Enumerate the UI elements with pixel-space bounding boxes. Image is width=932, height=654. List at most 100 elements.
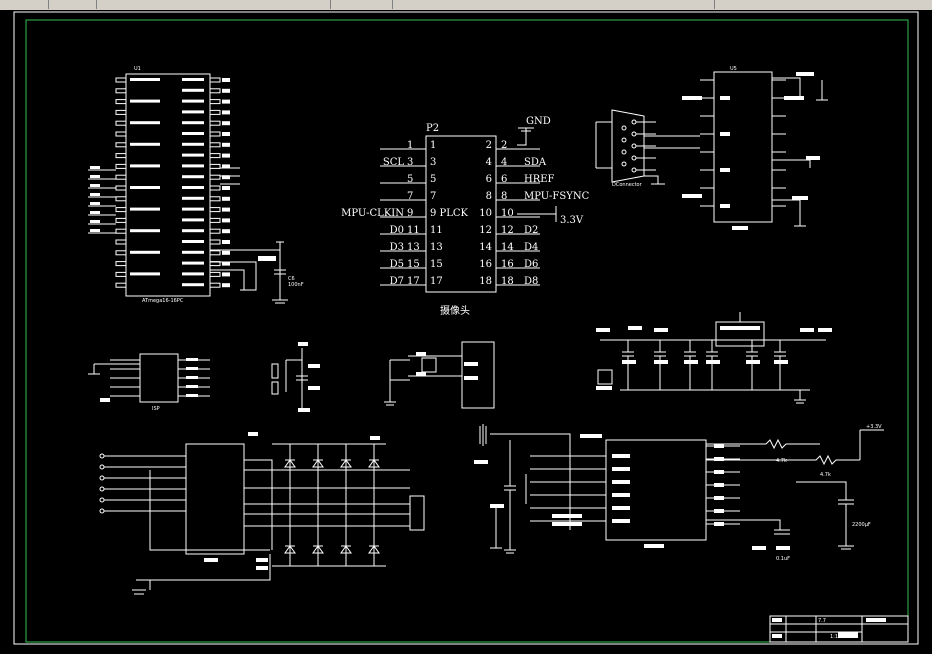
schematic-canvas[interactable]: U1 ATmega16-16PC C6 100nF P2 摄像头 1 1 3 SCL 3…: [0, 10, 932, 654]
camera-inner-right-label: 18: [479, 276, 492, 287]
mcu-right-pin-label: [182, 88, 204, 92]
camera-right-pin-num: 2: [501, 140, 507, 151]
mcu-right-net: [222, 153, 230, 158]
driver-input-terminal: [99, 464, 105, 470]
camera-right-pin-num: 4: [501, 157, 507, 168]
camera-left-pin-num: 5: [407, 174, 413, 185]
driver-input-terminal: [99, 497, 105, 503]
camera-inner-right-label: 6: [486, 174, 492, 185]
camera-right-pin-num: 10: [501, 208, 514, 219]
mcu-left-pin-label: [130, 78, 160, 81]
mcu-right-pin-label: [182, 164, 204, 168]
camera-left-pin-num: 3: [407, 157, 413, 168]
camera-right-signal: HREF: [524, 174, 555, 185]
mcu-left-pin: [115, 228, 127, 234]
mcu-right-net: [222, 229, 230, 234]
vout-label: +3.3V: [866, 424, 882, 430]
u5-pin-label: [720, 204, 730, 208]
mcu-right-pin-label: [182, 153, 204, 157]
driver-bus: [244, 459, 273, 550]
camera-left-signal: D7: [390, 276, 404, 287]
mcu-right-net: [222, 250, 230, 255]
controller-block[interactable]: 4.7k 4.7k +3.3V 2200μF 0.1uF: [474, 424, 884, 562]
mcu-right-pin: [209, 131, 221, 137]
mcu-left-pin-label: [130, 164, 160, 168]
controller-right-label: [714, 509, 724, 513]
cap-big-value: 2200μF: [852, 522, 871, 528]
driver-block[interactable]: [99, 432, 425, 595]
mcu-left-pin-label: [130, 207, 160, 211]
mcu-left-pin: [115, 120, 127, 126]
controller-left-label: [612, 467, 630, 471]
camera-inner-right-label: 14: [479, 242, 492, 253]
camera-right-signal: D6: [524, 259, 538, 270]
mcu-left-pin: [115, 271, 127, 277]
mcu-right-pin: [209, 153, 221, 159]
db9-pin: [621, 149, 627, 155]
gnd-label: GND: [526, 116, 551, 127]
camera-inner-left-label: 9 PLCK: [430, 208, 469, 219]
oscillator-block[interactable]: [384, 341, 495, 409]
mcu-right-pin: [209, 271, 221, 277]
camera-ref: P2: [426, 123, 439, 134]
mcu-left-pin-label: [130, 250, 160, 254]
db9-pin: [621, 161, 627, 167]
camera-left-signal: SCL: [383, 157, 405, 168]
power-regulator[interactable]: [596, 312, 832, 404]
camera-right-pin-num: 8: [501, 191, 507, 202]
controller-right-label: [714, 483, 724, 487]
power-cap-label: [622, 360, 636, 364]
camera-inner-left-label: 1: [430, 140, 436, 151]
mcu-right-pin: [209, 120, 221, 126]
camera-inner-right-label: 4: [486, 157, 492, 168]
serial-u5[interactable]: U5 DConnector: [595, 66, 828, 230]
mcu-right-net: [222, 196, 230, 201]
isp-header[interactable]: ISP: [88, 353, 210, 412]
mcu-right-pin-label: [182, 283, 204, 287]
mcu-right-net: [222, 186, 230, 190]
mcu-left-pin-label: [130, 186, 160, 189]
power-net-label: [628, 326, 642, 330]
mcu-right-pin: [209, 282, 221, 288]
mcu-right-pin-label: [182, 207, 204, 211]
db9-pin: [631, 155, 637, 161]
title-block: 7.7 1:1: [769, 615, 909, 643]
mcu-right-pin: [209, 217, 221, 223]
v33-label: 3.3V: [560, 215, 584, 226]
mcu-left-pin: [115, 109, 127, 115]
camera-inner-left-label: 3: [430, 157, 436, 168]
controller-left-label: [612, 480, 630, 484]
camera-left-signal: D0: [390, 225, 404, 236]
cap-small-value: 0.1uF: [776, 556, 790, 562]
camera-header-p2[interactable]: P2 摄像头 1 13SCL 35 57 79MPU-CLKIN 9 PLCK11D0 11…: [341, 116, 589, 317]
camera-inner-right-label: 10: [479, 208, 492, 219]
mcu-right-net: [222, 142, 230, 147]
driver-input-terminal: [99, 475, 105, 481]
camera-right-signal: D8: [524, 276, 538, 287]
isp-pin-label: [186, 367, 198, 370]
mcu-u1[interactable]: U1 ATmega16-16PC: [88, 66, 240, 304]
reset-circuit[interactable]: [271, 342, 320, 412]
power-cap-label: [774, 360, 788, 364]
camera-inner-left-label: 5: [430, 174, 436, 185]
mcu-right-pin-label: [182, 218, 204, 222]
driver-input-terminal: [99, 453, 105, 459]
power-cap-label: [706, 360, 720, 364]
u5-pin-label: [720, 96, 730, 100]
camera-inner-right-label: 12: [479, 225, 492, 236]
mcu-left-pin-label: [130, 121, 160, 125]
mcu-right-pin: [209, 142, 221, 148]
mcu-left-bus-tag: [90, 220, 100, 223]
camera-right-signal: MPU-FSYNC: [524, 191, 590, 202]
resistor-1-value: 4.7k: [776, 458, 787, 464]
camera-left-pin-num: 11: [407, 225, 420, 236]
controller-right-label: [714, 444, 724, 448]
mcu-left-pin: [115, 185, 127, 191]
camera-inner-right-label: 2: [486, 140, 492, 151]
camera-right-pin-num: 6: [501, 174, 507, 185]
mcu-left-bus-tag: [90, 184, 100, 187]
camera-left-pin-num: 17: [407, 276, 420, 287]
mcu-right-net: [222, 218, 230, 223]
cap-c6-value: 100nF: [288, 282, 304, 288]
isp-label: ISP: [152, 406, 160, 412]
